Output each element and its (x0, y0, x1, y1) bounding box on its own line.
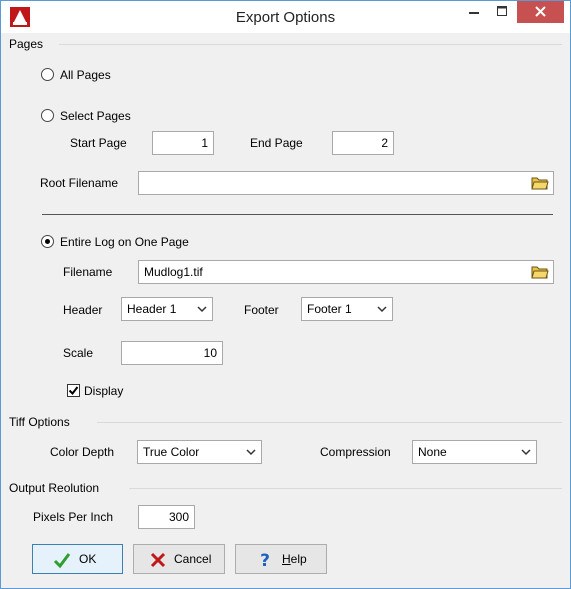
help-button-label: Help (282, 552, 307, 566)
checkmark-icon (68, 386, 79, 396)
cancel-button-label: Cancel (174, 552, 212, 566)
section-divider (59, 44, 562, 45)
separator-line (42, 214, 553, 215)
tiff-section-title: Tiff Options (9, 415, 70, 429)
filename-label: Filename (63, 265, 113, 279)
compression-select-value: None (418, 445, 447, 459)
root-filename-input[interactable] (138, 171, 554, 195)
close-button[interactable] (517, 1, 564, 23)
footer-select-value: Footer 1 (307, 302, 352, 316)
color-depth-select[interactable]: True Color (137, 440, 262, 464)
browse-folder-icon[interactable] (531, 264, 549, 279)
select-pages-radio[interactable] (41, 109, 54, 122)
display-checkbox[interactable] (67, 384, 80, 397)
checkmark-icon (53, 553, 71, 569)
ok-button-label: OK (79, 552, 97, 566)
cancel-x-icon (150, 552, 166, 568)
browse-folder-icon[interactable] (531, 175, 549, 190)
start-page-label: Start Page (70, 136, 127, 150)
output-section-header: Output Reolution (9, 481, 562, 495)
header-label: Header (63, 303, 103, 317)
header-select-value: Header 1 (127, 302, 177, 316)
help-button[interactable]: ? Help (235, 544, 327, 574)
pages-section-title: Pages (9, 37, 44, 51)
root-filename-label: Root Filename (40, 176, 119, 190)
display-label[interactable]: Display (84, 384, 123, 398)
compression-label: Compression (320, 445, 391, 459)
footer-select[interactable]: Footer 1 (301, 297, 393, 321)
tiff-section-header: Tiff Options (9, 415, 562, 429)
filename-input[interactable]: Mudlog1.tif (138, 260, 554, 284)
help-mnemonic: H (282, 552, 291, 566)
section-divider (129, 488, 562, 489)
compression-select[interactable]: None (412, 440, 537, 464)
radio-selected-dot (45, 239, 50, 244)
maximize-icon (497, 6, 507, 16)
minimize-icon (469, 12, 479, 14)
end-page-input[interactable]: 2 (332, 131, 394, 155)
color-depth-label: Color Depth (50, 445, 115, 459)
scale-label: Scale (63, 346, 94, 360)
help-question-icon: ? (260, 551, 270, 569)
output-section-title: Output Reolution (9, 481, 100, 495)
entire-log-label[interactable]: Entire Log on One Page (60, 235, 189, 249)
svg-text:?: ? (260, 551, 270, 569)
close-icon (535, 6, 546, 17)
maximize-button[interactable] (489, 1, 515, 23)
all-pages-radio[interactable] (41, 68, 54, 81)
chevron-down-icon (197, 306, 207, 313)
ok-button[interactable]: OK (32, 544, 123, 574)
select-pages-label[interactable]: Select Pages (60, 109, 131, 123)
entire-log-radio[interactable] (41, 235, 54, 248)
color-depth-select-value: True Color (143, 445, 200, 459)
minimize-button[interactable] (461, 1, 487, 23)
chevron-down-icon (377, 306, 387, 313)
scale-input[interactable]: 10 (121, 341, 223, 365)
ppi-label: Pixels Per Inch (33, 510, 114, 524)
section-divider (97, 422, 562, 423)
start-page-input[interactable]: 1 (152, 131, 214, 155)
pages-section-header: Pages (9, 37, 562, 51)
cancel-button[interactable]: Cancel (133, 544, 225, 574)
help-label-rest: elp (290, 552, 307, 566)
button-bar: OK Cancel ? Help (2, 537, 569, 581)
end-page-label: End Page (250, 136, 303, 150)
chevron-down-icon (246, 449, 256, 456)
title-bar[interactable]: Export Options (1, 1, 570, 33)
footer-label: Footer (244, 303, 279, 317)
ppi-input[interactable]: 300 (138, 505, 195, 529)
export-options-window: Export Options Pages All Pages Select Pa… (0, 0, 571, 589)
header-select[interactable]: Header 1 (121, 297, 213, 321)
dialog-body: Pages All Pages Select Pages Start Page … (2, 33, 569, 588)
all-pages-label[interactable]: All Pages (60, 68, 111, 82)
chevron-down-icon (521, 449, 531, 456)
